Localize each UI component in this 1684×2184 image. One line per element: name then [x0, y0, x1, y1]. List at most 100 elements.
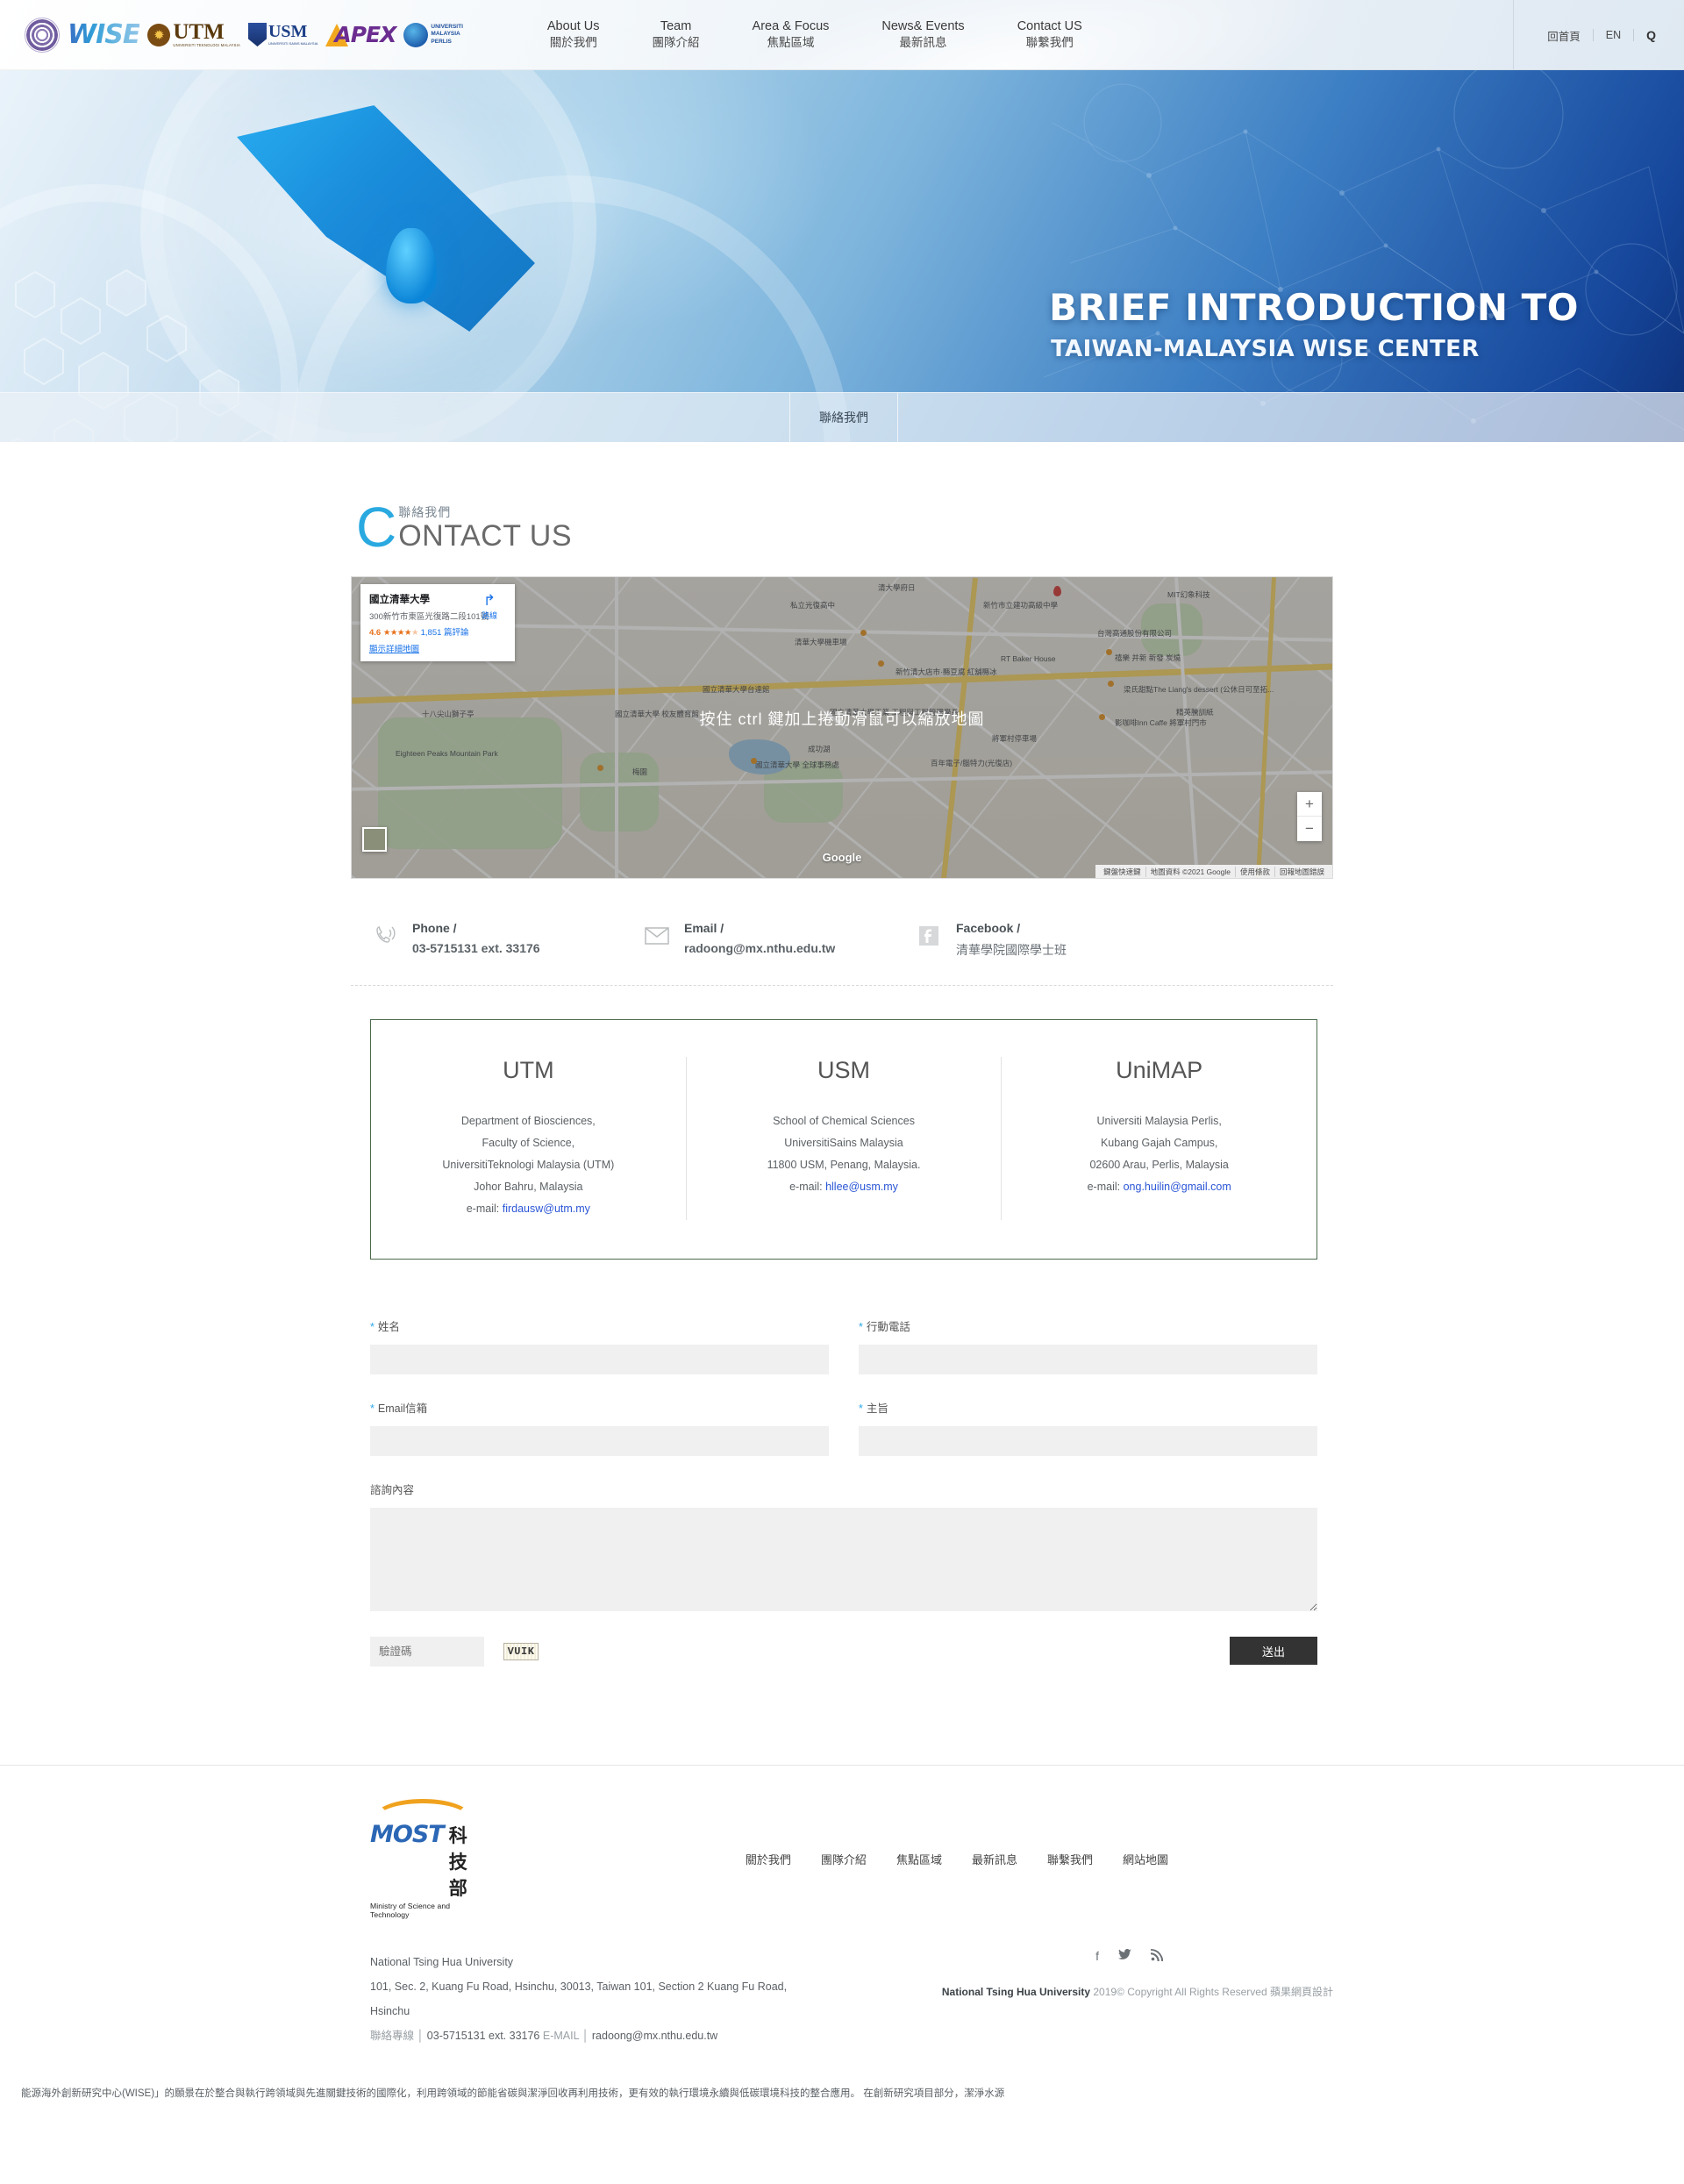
google-map[interactable]: Science Park Road MIT幻象科技 清大學府日 私立光復高中 新…	[351, 576, 1333, 880]
nav-label-en: Area & Focus	[752, 18, 830, 33]
phone-label-text: 行動電話	[866, 1321, 910, 1334]
footer-nav-sitemap[interactable]: 網站地圖	[1123, 1851, 1168, 1867]
apex-logo[interactable]: APEX	[325, 22, 396, 47]
name-input[interactable]	[370, 1345, 829, 1375]
nav-label-en: About Us	[546, 18, 600, 33]
place-directions-button[interactable]: ↱ 路線	[473, 593, 506, 621]
hero-title-line2: TAIWAN-MALAYSIA WISE CENTER	[1051, 336, 1480, 362]
university-line: 11800 USM, Penang, Malaysia.	[767, 1159, 921, 1172]
nav-item-about-us[interactable]: About Us 關於我們	[521, 18, 626, 52]
footer-nav-area[interactable]: 焦點區域	[896, 1851, 942, 1867]
phone-input[interactable]	[859, 1345, 1317, 1375]
facebook-icon[interactable]: f	[1095, 1949, 1099, 1964]
subbar-tab-contact[interactable]: 聯絡我們	[789, 392, 898, 442]
contact-item-facebook: Facebook / 清華學院國際學士班	[914, 921, 1186, 959]
footer-nav-news[interactable]: 最新訊息	[972, 1851, 1017, 1867]
footer-nav-team[interactable]: 團隊介紹	[821, 1851, 867, 1867]
most-swoosh-icon	[374, 1799, 472, 1822]
main-navigation: About Us 關於我們 Team 團隊介紹 Area & Focus 焦點區…	[521, 18, 1109, 52]
email-input[interactable]	[370, 1426, 829, 1457]
university-card-unimap: UniMAP Universiti Malaysia Perlis, Kuban…	[1001, 1057, 1317, 1221]
contact-value[interactable]: 03-5715131 ext. 33176	[412, 941, 540, 955]
map-zoom-in-button[interactable]: +	[1297, 792, 1322, 817]
place-rating-value: 4.6	[369, 628, 382, 639]
contact-value[interactable]: 清華學院國際學士班	[956, 941, 1067, 959]
usm-logo[interactable]: USM UNIVERSITI SAINS MALAYSIA	[247, 23, 318, 46]
map-attr-report[interactable]: 回報地圖錯誤	[1274, 866, 1329, 877]
field-group-phone: * 行動電話	[859, 1317, 1317, 1375]
university-name: UniMAP	[1116, 1057, 1203, 1084]
footer-contact-line: 聯絡專線 │ 03-5715131 ext. 33176 E-MAIL │ ra…	[370, 2029, 718, 2042]
wise-logo[interactable]: WISE	[68, 19, 140, 50]
footer-address-block: National Tsing Hua University 101, Sec. …	[351, 1949, 1333, 2078]
nav-label-en: Team	[660, 18, 692, 33]
unimap-line2: MALAYSIA	[431, 31, 460, 38]
university-email-link[interactable]: ong.huilin@gmail.com	[1124, 1181, 1231, 1193]
captcha-input[interactable]	[370, 1637, 484, 1667]
captcha-image[interactable]: VUIK	[503, 1643, 539, 1661]
rss-icon[interactable]	[1151, 1949, 1164, 1964]
nthu-seal-icon	[25, 17, 60, 53]
field-group-subject: * 主旨	[859, 1399, 1317, 1457]
email-label: * Email信箱	[370, 1399, 829, 1416]
footer-tel-label: 聯絡專線	[370, 2029, 415, 2042]
footer-email[interactable]: radoong@mx.nthu.edu.tw	[592, 2030, 717, 2042]
university-email-link[interactable]: hllee@usm.my	[825, 1181, 898, 1193]
most-logo[interactable]: MOST 科技部 Ministry of Science and Technol…	[370, 1799, 482, 1919]
footer-tel[interactable]: 03-5715131 ext. 33176	[427, 2030, 540, 2042]
street-view-thumbnail[interactable]	[362, 827, 387, 853]
footer-email-label: E-MAIL	[542, 2029, 580, 2042]
site-footer: MOST 科技部 Ministry of Science and Technol…	[0, 1765, 1684, 2103]
required-mark: *	[859, 1402, 863, 1416]
unimap-line3: PERLIS	[431, 38, 452, 45]
nav-item-contact-us[interactable]: Contact US 聯繫我們	[991, 18, 1109, 52]
footer-nav-about[interactable]: 關於我們	[746, 1851, 791, 1867]
phone-label: * 行動電話	[859, 1317, 1317, 1334]
map-place-card: 國立清華大學 300新竹市東區光復路二段101號 4.6 ★★★★★ 1,851…	[360, 584, 515, 662]
copyright-org: National Tsing Hua University	[941, 1986, 1091, 1999]
usm-crest-icon	[247, 23, 267, 46]
place-review-count[interactable]: 1,851 篇評論	[421, 628, 469, 638]
map-attr-shortcuts[interactable]: 鍵盤快速鍵	[1099, 867, 1145, 877]
university-email-link[interactable]: firdausw@utm.my	[503, 1203, 590, 1215]
molecular-network-decoration	[1043, 70, 1684, 431]
most-sublabel: Ministry of Science and Technology	[370, 1902, 451, 1920]
required-mark: *	[859, 1321, 863, 1334]
map-zoom-out-button[interactable]: −	[1297, 817, 1322, 841]
utm-logo[interactable]: ✹ UTM UNIVERSITI TEKNOLOGI MALAYSIA	[147, 21, 240, 47]
university-line: UniversitiSains Malaysia	[784, 1137, 903, 1150]
place-rating-row: 4.6 ★★★★★ 1,851 篇評論	[369, 625, 506, 638]
nav-label-zh: 最新訊息	[899, 36, 947, 50]
site-header: WISE ✹ UTM UNIVERSITI TEKNOLOGI MALAYSIA…	[0, 0, 1684, 70]
hero-subbar: 聯絡我們	[0, 392, 1684, 442]
map-attribution: 鍵盤快速鍵 地圖資料 ©2021 Google 使用條款 回報地圖錯誤	[1095, 865, 1332, 879]
twitter-icon[interactable]	[1118, 1949, 1131, 1964]
nav-label-en: News& Events	[881, 18, 965, 33]
language-switch[interactable]: EN	[1594, 29, 1633, 41]
nav-item-team[interactable]: Team 團隊介紹	[626, 18, 726, 52]
utm-sublabel: UNIVERSITI TEKNOLOGI MALAYSIA	[173, 42, 240, 47]
subject-input[interactable]	[859, 1426, 1317, 1457]
copyright-text: 2019© Copyright All Rights Reserved 蘋果網頁…	[1093, 1986, 1333, 1999]
footer-nav-contact[interactable]: 聯繫我們	[1047, 1851, 1093, 1867]
footer-copyright: National Tsing Hua University 2019© Copy…	[942, 1984, 1333, 1999]
message-textarea[interactable]	[370, 1508, 1317, 1612]
hero-banner: BRIEF INTRODUCTION TO TAIWAN-MALAYSIA WI…	[0, 70, 1684, 442]
university-line: Kubang Gajah Campus,	[1100, 1137, 1218, 1150]
university-line: School of Chemical Sciences	[773, 1115, 915, 1128]
footer-org: National Tsing Hua University	[370, 1956, 514, 1969]
map-attr-terms[interactable]: 使用條款	[1234, 866, 1274, 877]
subject-label: * 主旨	[859, 1399, 1317, 1416]
footer-social-links: f	[1095, 1949, 1164, 1964]
search-icon[interactable]: Q	[1634, 28, 1665, 42]
unimap-logo[interactable]: UNIVERSITI MALAYSIA PERLIS	[403, 22, 463, 47]
nthu-seal-logo[interactable]	[25, 17, 60, 53]
place-details-link[interactable]: 顯示詳細地圖	[369, 642, 506, 654]
nav-item-news-events[interactable]: News& Events 最新訊息	[855, 18, 990, 52]
nav-item-area-focus[interactable]: Area & Focus 焦點區域	[726, 18, 856, 52]
utm-crest-icon: ✹	[147, 23, 171, 46]
university-line: Department of Biosciences,	[460, 1115, 596, 1128]
contact-value[interactable]: radoong@mx.nthu.edu.tw	[684, 941, 835, 955]
home-link[interactable]: 回首頁	[1535, 27, 1593, 44]
submit-button[interactable]: 送出	[1230, 1637, 1317, 1666]
